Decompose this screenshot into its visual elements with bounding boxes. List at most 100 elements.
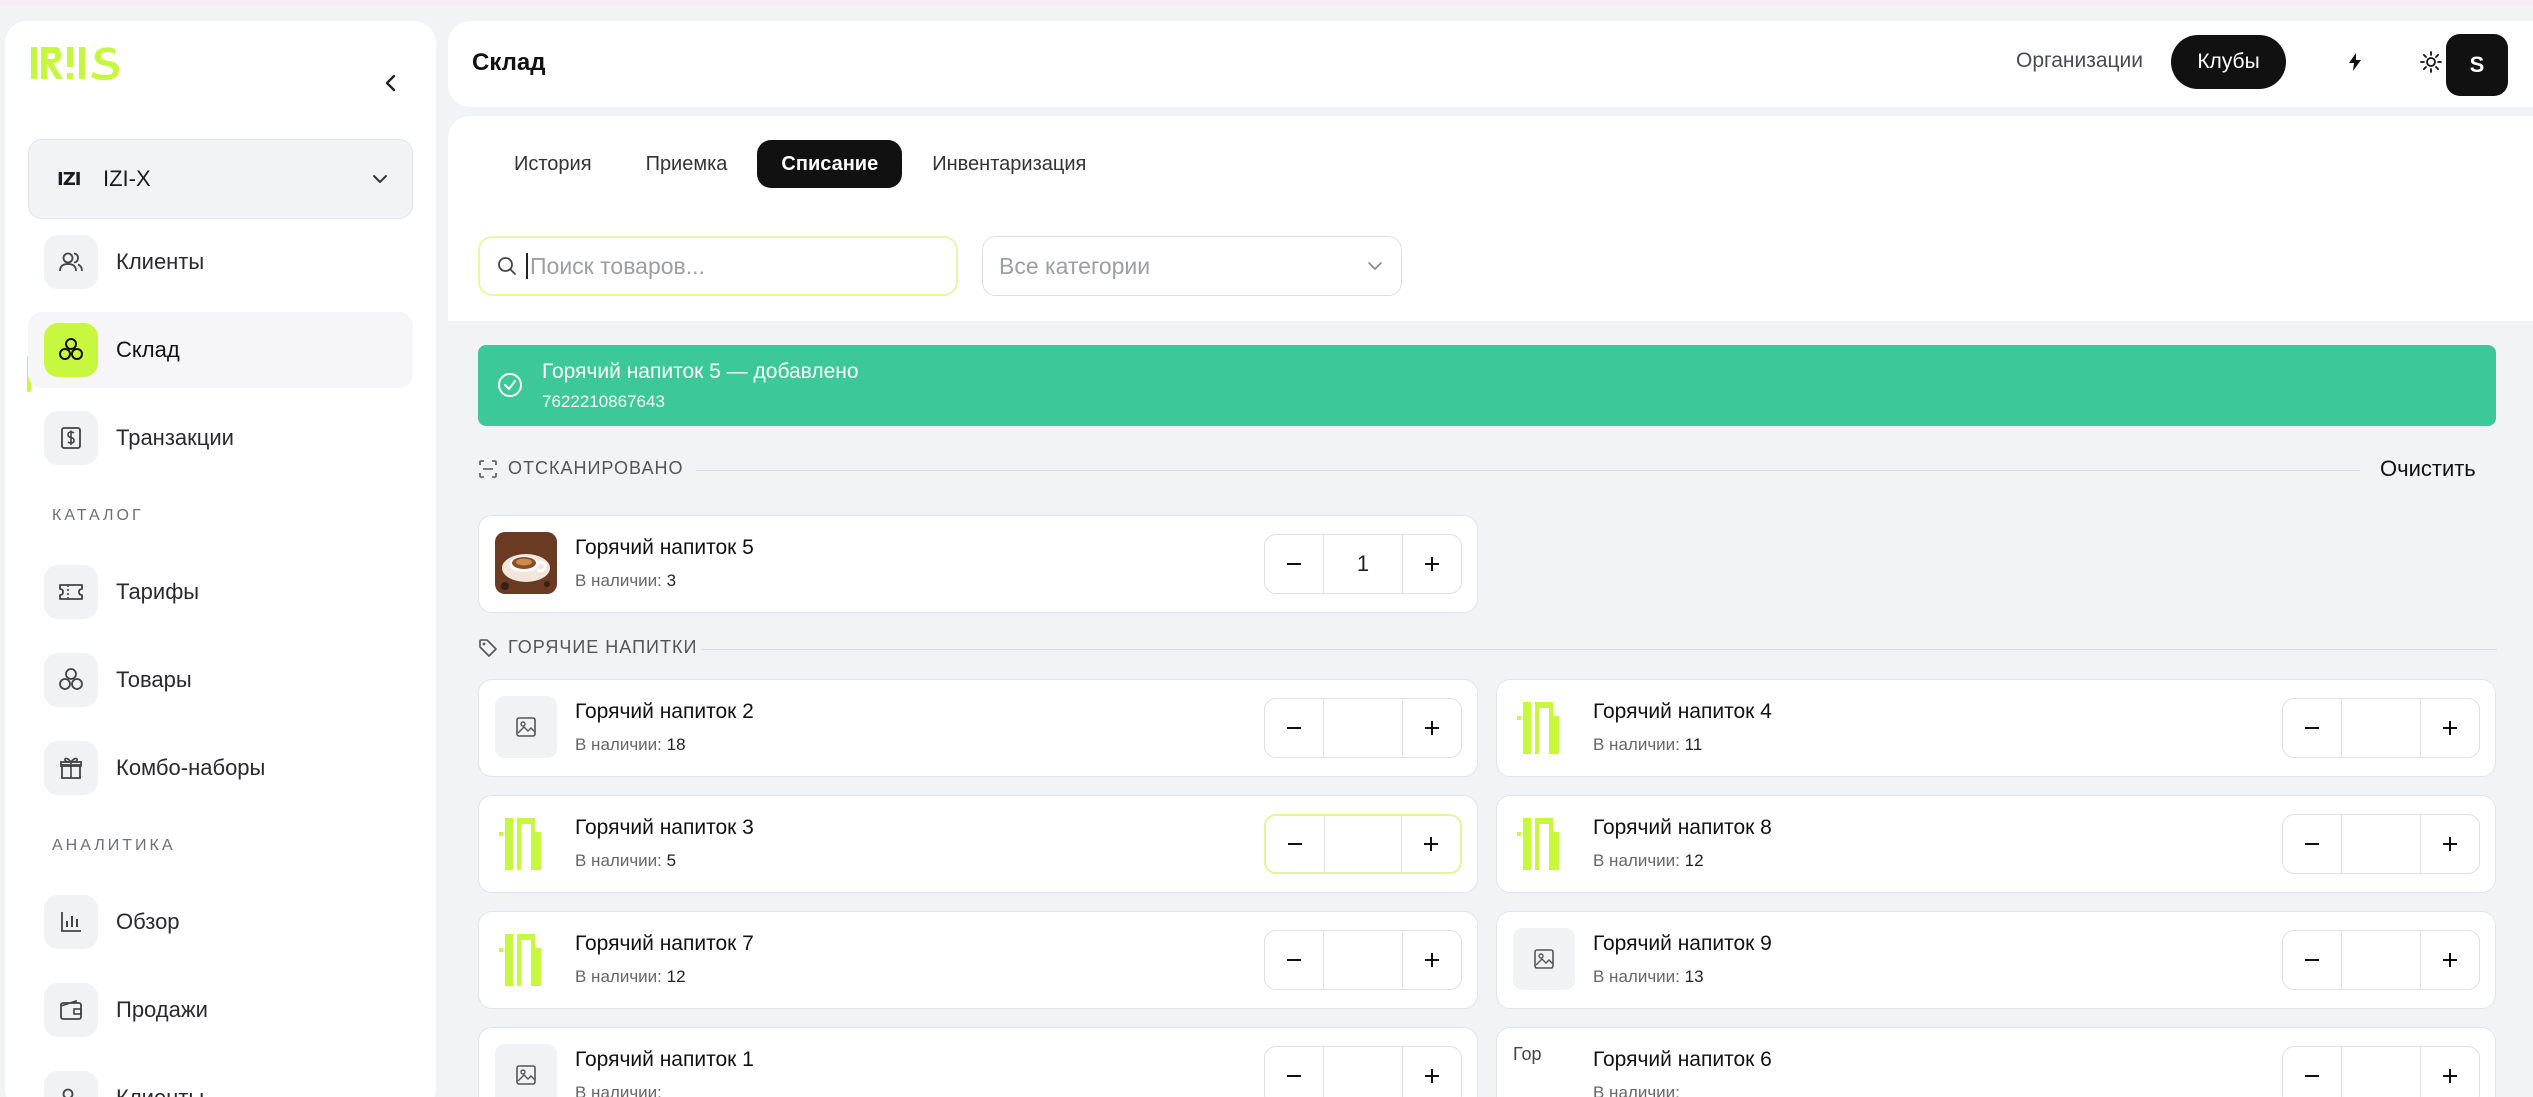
minus-icon — [2305, 727, 2319, 729]
minus-icon — [1287, 959, 1301, 961]
plus-icon — [1425, 1069, 1439, 1083]
sidebar-item-combos[interactable]: Комбо-наборы — [28, 730, 413, 806]
user-avatar[interactable]: S — [2446, 34, 2508, 96]
plus-icon — [2443, 1069, 2457, 1083]
increment-button[interactable] — [1403, 699, 1461, 757]
plus-icon — [2443, 837, 2457, 851]
lightning-icon — [2349, 53, 2361, 71]
quantity-input[interactable] — [1323, 699, 1403, 757]
sidebar-item-label: Тарифы — [116, 579, 200, 604]
chevron-down-icon — [1368, 262, 1382, 270]
product-image — [495, 812, 557, 874]
sidebar-item-clients[interactable]: Клиенты — [28, 224, 413, 300]
tab-inventory[interactable]: Инвентаризация — [908, 140, 1110, 188]
product-card: Горячий напиток 7 В наличии: 12 — [478, 911, 1478, 1009]
increment-button[interactable] — [1403, 931, 1461, 989]
decrement-button[interactable] — [1266, 816, 1324, 872]
quantity-input[interactable] — [2341, 699, 2421, 757]
increment-button[interactable] — [2421, 699, 2479, 757]
quantity-input[interactable] — [1323, 931, 1403, 989]
quantity-stepper: 1 — [1264, 534, 1462, 594]
clubs-button[interactable]: Клубы — [2171, 35, 2286, 89]
product-name: Горячий напиток 2 — [575, 700, 754, 723]
product-stock: В наличии: 5 — [575, 851, 677, 870]
decrement-button[interactable] — [1265, 535, 1323, 593]
decrement-button[interactable] — [1265, 699, 1323, 757]
sidebar-item-products[interactable]: Товары — [28, 642, 413, 718]
minus-icon — [2305, 843, 2319, 845]
text-caret — [526, 253, 528, 279]
quantity-stepper — [2282, 814, 2480, 874]
quantity-input[interactable]: 1 — [1323, 535, 1403, 593]
quick-actions-button[interactable] — [2334, 41, 2376, 83]
tab-history[interactable]: История — [490, 140, 616, 188]
clear-button[interactable]: Очистить — [2380, 456, 2476, 482]
sidebar-item-label: Клиенты — [116, 1085, 204, 1097]
chevron-down-icon — [373, 175, 387, 183]
sidebar-item-label: Клиенты — [116, 249, 205, 274]
brand-logo-image — [1513, 812, 1575, 874]
minus-icon — [1288, 843, 1302, 845]
product-name: Горячий напиток 6 — [1593, 1048, 1772, 1071]
plus-icon — [2443, 721, 2457, 735]
sidebar-item-overview[interactable]: Обзор — [28, 884, 413, 960]
product-stock: В наличии: — [1593, 1083, 1680, 1097]
toast-barcode: 7622210867643 — [542, 392, 665, 411]
quantity-input[interactable] — [2341, 1047, 2421, 1097]
search-input[interactable] — [530, 252, 930, 280]
group-section-title: ГОРЯЧИЕ НАПИТКИ — [508, 637, 698, 657]
increment-button[interactable] — [2421, 931, 2479, 989]
org-selector[interactable]: IZI IZI-X — [28, 139, 413, 219]
quantity-input[interactable] — [1323, 1047, 1403, 1097]
increment-button[interactable] — [2421, 1047, 2479, 1097]
product-stock: В наличии: 11 — [1593, 735, 1703, 754]
increment-button[interactable] — [1403, 535, 1461, 593]
quantity-input[interactable] — [2341, 931, 2421, 989]
org-logo: IZI — [57, 168, 81, 190]
sidebar-item-transactions[interactable]: Транзакции — [28, 400, 413, 476]
category-select[interactable]: Все категории — [982, 236, 1402, 296]
broken-image: Гор — [1513, 1044, 1542, 1064]
sidebar-item-tariffs[interactable]: Тарифы — [28, 554, 413, 630]
product-card: Горячий напиток 9 В наличии: 13 — [1496, 911, 2496, 1009]
page-title: Склад — [472, 49, 546, 76]
minus-icon — [1287, 1075, 1301, 1077]
quantity-stepper — [2282, 698, 2480, 758]
decrement-button[interactable] — [2283, 1047, 2341, 1097]
organizations-link[interactable]: Организации — [2016, 49, 2143, 73]
minus-icon — [1287, 563, 1301, 565]
product-card: Горячий напиток 3 В наличии: 5 — [478, 795, 1478, 893]
ticket-icon — [44, 565, 98, 619]
product-image — [1513, 696, 1575, 758]
boxes-icon — [44, 323, 98, 377]
wallet-icon — [44, 983, 98, 1037]
increment-button[interactable] — [2421, 815, 2479, 873]
top-strip — [0, 0, 2533, 6]
bar-chart-icon — [44, 895, 98, 949]
quantity-input[interactable] — [1324, 816, 1402, 872]
gift-icon — [44, 741, 98, 795]
minus-icon — [1287, 727, 1301, 729]
collapse-sidebar-button[interactable] — [373, 65, 409, 101]
product-stock: В наличии: 13 — [1593, 967, 1704, 986]
sidebar-item-sales[interactable]: Продажи — [28, 972, 413, 1048]
plus-icon — [1425, 721, 1439, 735]
decrement-button[interactable] — [2283, 699, 2341, 757]
product-stock: В наличии: 18 — [575, 735, 686, 754]
sidebar-item-label: Продажи — [116, 997, 208, 1022]
sidebar: IZI IZI-X Клиенты Склад Транзакции КАТАЛ… — [5, 21, 436, 1097]
org-name: IZI-X — [103, 166, 151, 191]
sidebar-item-warehouse[interactable]: Склад — [28, 312, 413, 388]
tab-receiving[interactable]: Приемка — [622, 140, 752, 188]
quantity-input[interactable] — [2341, 815, 2421, 873]
increment-button[interactable] — [1402, 816, 1460, 872]
sidebar-item-analytics-clients[interactable]: Клиенты — [28, 1060, 413, 1097]
decrement-button[interactable] — [2283, 815, 2341, 873]
decrement-button[interactable] — [1265, 931, 1323, 989]
decrement-button[interactable] — [2283, 931, 2341, 989]
quantity-stepper — [1264, 698, 1462, 758]
increment-button[interactable] — [1403, 1047, 1461, 1097]
decrement-button[interactable] — [1265, 1047, 1323, 1097]
product-name: Горячий напиток 5 — [575, 536, 754, 559]
tab-writeoff[interactable]: Списание — [757, 140, 903, 188]
